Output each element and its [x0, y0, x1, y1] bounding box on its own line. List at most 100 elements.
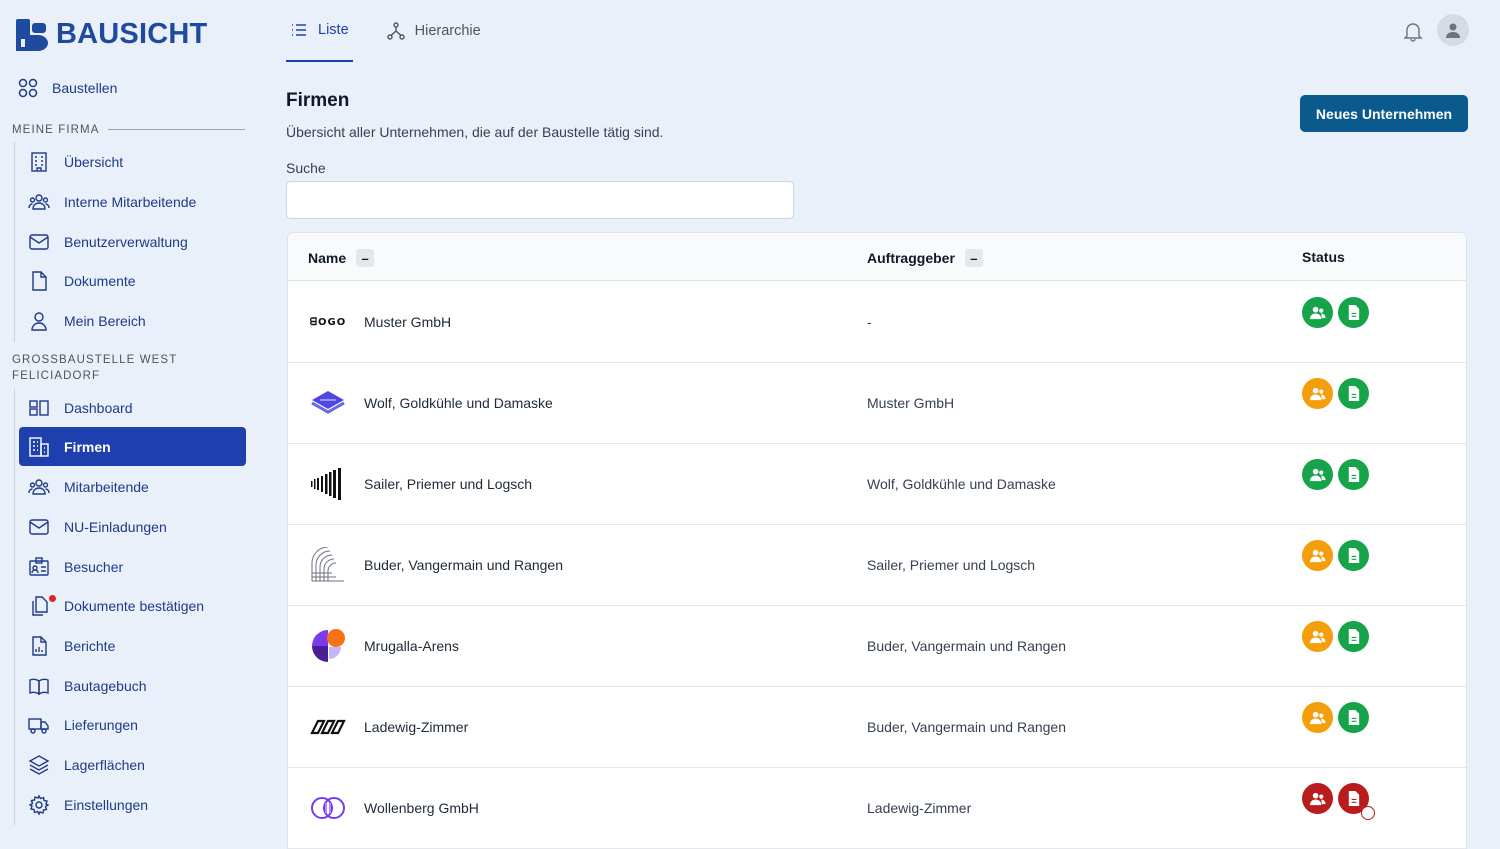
table-row[interactable]: Sailer, Priemer und Logsch Wolf, Goldküh… — [288, 444, 1466, 525]
sidebar-item-baustellen[interactable]: Baustellen — [18, 78, 117, 98]
staff-status-badge[interactable] — [1302, 378, 1333, 409]
column-header-name[interactable]: Name – — [308, 249, 375, 267]
sidebar-item-label: Dashboard — [64, 399, 133, 416]
table-row[interactable]: Ladewig-Zimmer Buder, Vangermain und Ran… — [288, 687, 1466, 768]
users-icon — [1309, 387, 1326, 401]
table-row[interactable]: Wolf, Goldkühle und Damaske Muster GmbH — [288, 363, 1466, 444]
company-client: Buder, Vangermain und Rangen — [867, 719, 1066, 735]
id-card-icon — [29, 556, 49, 576]
company-name[interactable]: Mrugalla-Arens — [364, 638, 459, 654]
sidebar-item-lieferungen[interactable]: Lieferungen — [19, 705, 246, 744]
sidebar-item-einstellungen[interactable]: Einstellungen — [19, 785, 246, 824]
company-name[interactable]: Wolf, Goldkühle und Damaske — [364, 395, 553, 411]
users-icon — [1309, 711, 1326, 725]
envelope-icon — [29, 518, 49, 535]
sidebar-item-benutzerverwaltung[interactable]: Benutzerverwaltung — [19, 222, 246, 261]
staff-status-badge[interactable] — [1302, 702, 1333, 733]
company-logo — [310, 709, 346, 745]
staff-status-badge[interactable] — [1302, 783, 1333, 814]
document-icon — [1348, 709, 1360, 726]
search-input[interactable] — [286, 181, 794, 219]
users-icon — [28, 193, 50, 210]
document-status-badge[interactable] — [1338, 378, 1369, 409]
sidebar-item-mitarbeitende[interactable]: Mitarbeitende — [19, 467, 246, 506]
company-name[interactable]: Wollenberg GmbH — [364, 800, 479, 816]
bars-logo-icon — [311, 468, 341, 500]
company-name[interactable]: Sailer, Priemer und Logsch — [364, 476, 532, 492]
sidebar-item-dokumente[interactable]: Dokumente — [19, 261, 246, 300]
sidebar-item-besucher[interactable]: Besucher — [19, 547, 246, 586]
document-status-badge[interactable] — [1338, 702, 1369, 733]
tab-liste[interactable]: Liste — [286, 0, 353, 62]
sidebar-item-firmen[interactable]: Firmen — [19, 427, 246, 466]
company-name[interactable]: Ladewig-Zimmer — [364, 719, 468, 735]
pie-logo-icon — [312, 629, 345, 662]
collapse-client-button[interactable]: – — [964, 249, 983, 267]
sidebar-item-dokumente-bestaetigen[interactable]: Dokumente bestätigen — [19, 586, 246, 625]
section-label-line1: GROSSBAUSTELLE WEST — [12, 354, 178, 366]
brand-logo[interactable]: BAUSICHT — [16, 18, 207, 51]
layers-icon — [28, 754, 50, 775]
document-status-badge[interactable] — [1338, 297, 1369, 328]
sidebar-item-berichte[interactable]: Berichte — [19, 626, 246, 665]
status-badges — [1302, 702, 1369, 733]
company-name[interactable]: Buder, Vangermain und Rangen — [364, 557, 563, 573]
sidebar-item-bautagebuch[interactable]: Bautagebuch — [19, 666, 246, 705]
staff-status-badge[interactable] — [1302, 621, 1333, 652]
tab-label: Liste — [318, 22, 349, 38]
column-label: Name — [308, 250, 347, 266]
sidebar-item-label: Benutzerverwaltung — [64, 233, 188, 250]
companies-table: Name – Auftraggeber – Status ᗺOGO Muster… — [287, 232, 1467, 849]
bell-icon[interactable] — [1402, 20, 1424, 42]
company-logo — [310, 385, 346, 421]
sidebar-item-mein-bereich[interactable]: Mein Bereich — [19, 301, 246, 340]
avatar[interactable] — [1437, 14, 1469, 46]
document-status-badge[interactable] — [1338, 783, 1375, 820]
sidebar-item-interne-mitarbeitende[interactable]: Interne Mitarbeitende — [19, 182, 246, 221]
sidebar-item-label: Einstellungen — [64, 796, 149, 813]
document-status-badge[interactable] — [1338, 459, 1369, 490]
report-icon — [32, 635, 47, 656]
staff-status-badge[interactable] — [1302, 297, 1333, 328]
company-name[interactable]: Muster GmbH — [364, 314, 451, 330]
users-icon — [1309, 306, 1326, 320]
building-icon — [29, 436, 49, 457]
sidebar-item-dashboard[interactable]: Dashboard — [19, 388, 246, 427]
gear-icon — [28, 794, 50, 815]
sidebar-item-lagerflaechen[interactable]: Lagerflächen — [19, 745, 246, 784]
table-row[interactable]: Buder, Vangermain und Rangen Sailer, Pri… — [288, 525, 1466, 606]
logo-text: ᗺOGO — [309, 316, 347, 328]
sidebar-item-label: Mein Bereich — [64, 312, 146, 329]
section-divider — [107, 129, 245, 131]
table-header: Name – Auftraggeber – Status — [288, 233, 1466, 281]
document-icon — [32, 270, 47, 291]
document-icon — [1348, 628, 1360, 645]
table-row[interactable]: Mrugalla-Arens Buder, Vangermain und Ran… — [288, 606, 1466, 687]
collapse-name-button[interactable]: – — [356, 249, 375, 267]
users-icon — [1309, 468, 1326, 482]
sidebar-item-label: Dokumente bestätigen — [64, 597, 205, 614]
column-header-client[interactable]: Auftraggeber – — [867, 249, 983, 267]
section-meine-firma: MEINE FIRMA — [12, 122, 245, 138]
staff-status-badge[interactable] — [1302, 459, 1333, 490]
document-status-badge[interactable] — [1338, 540, 1369, 571]
sidebar-item-nu-einladungen[interactable]: NU-Einladungen — [19, 507, 246, 546]
company-logo — [310, 466, 346, 502]
document-status-badge[interactable] — [1338, 621, 1369, 652]
envelope-icon — [29, 233, 49, 250]
column-label: Auftraggeber — [867, 250, 955, 266]
sidebar-item-label: Lieferungen — [64, 716, 138, 733]
document-icon — [1348, 547, 1360, 564]
new-company-button[interactable]: Neues Unternehmen — [1300, 95, 1468, 132]
users-icon — [28, 478, 50, 495]
staff-status-badge[interactable] — [1302, 540, 1333, 571]
table-row[interactable]: ᗺOGO Muster GmbH - — [288, 282, 1466, 363]
company-logo — [310, 547, 346, 583]
section-label: MEINE FIRMA — [12, 124, 100, 136]
tab-hierarchie[interactable]: Hierarchie — [383, 0, 485, 62]
list-icon — [292, 24, 306, 36]
sidebar-item-uebersicht[interactable]: Übersicht — [19, 142, 246, 181]
table-row[interactable]: Wollenberg GmbH Ladewig-Zimmer — [288, 768, 1466, 849]
sidebar-item-label: NU-Einladungen — [64, 518, 167, 535]
group-baustelle-line — [14, 389, 15, 825]
